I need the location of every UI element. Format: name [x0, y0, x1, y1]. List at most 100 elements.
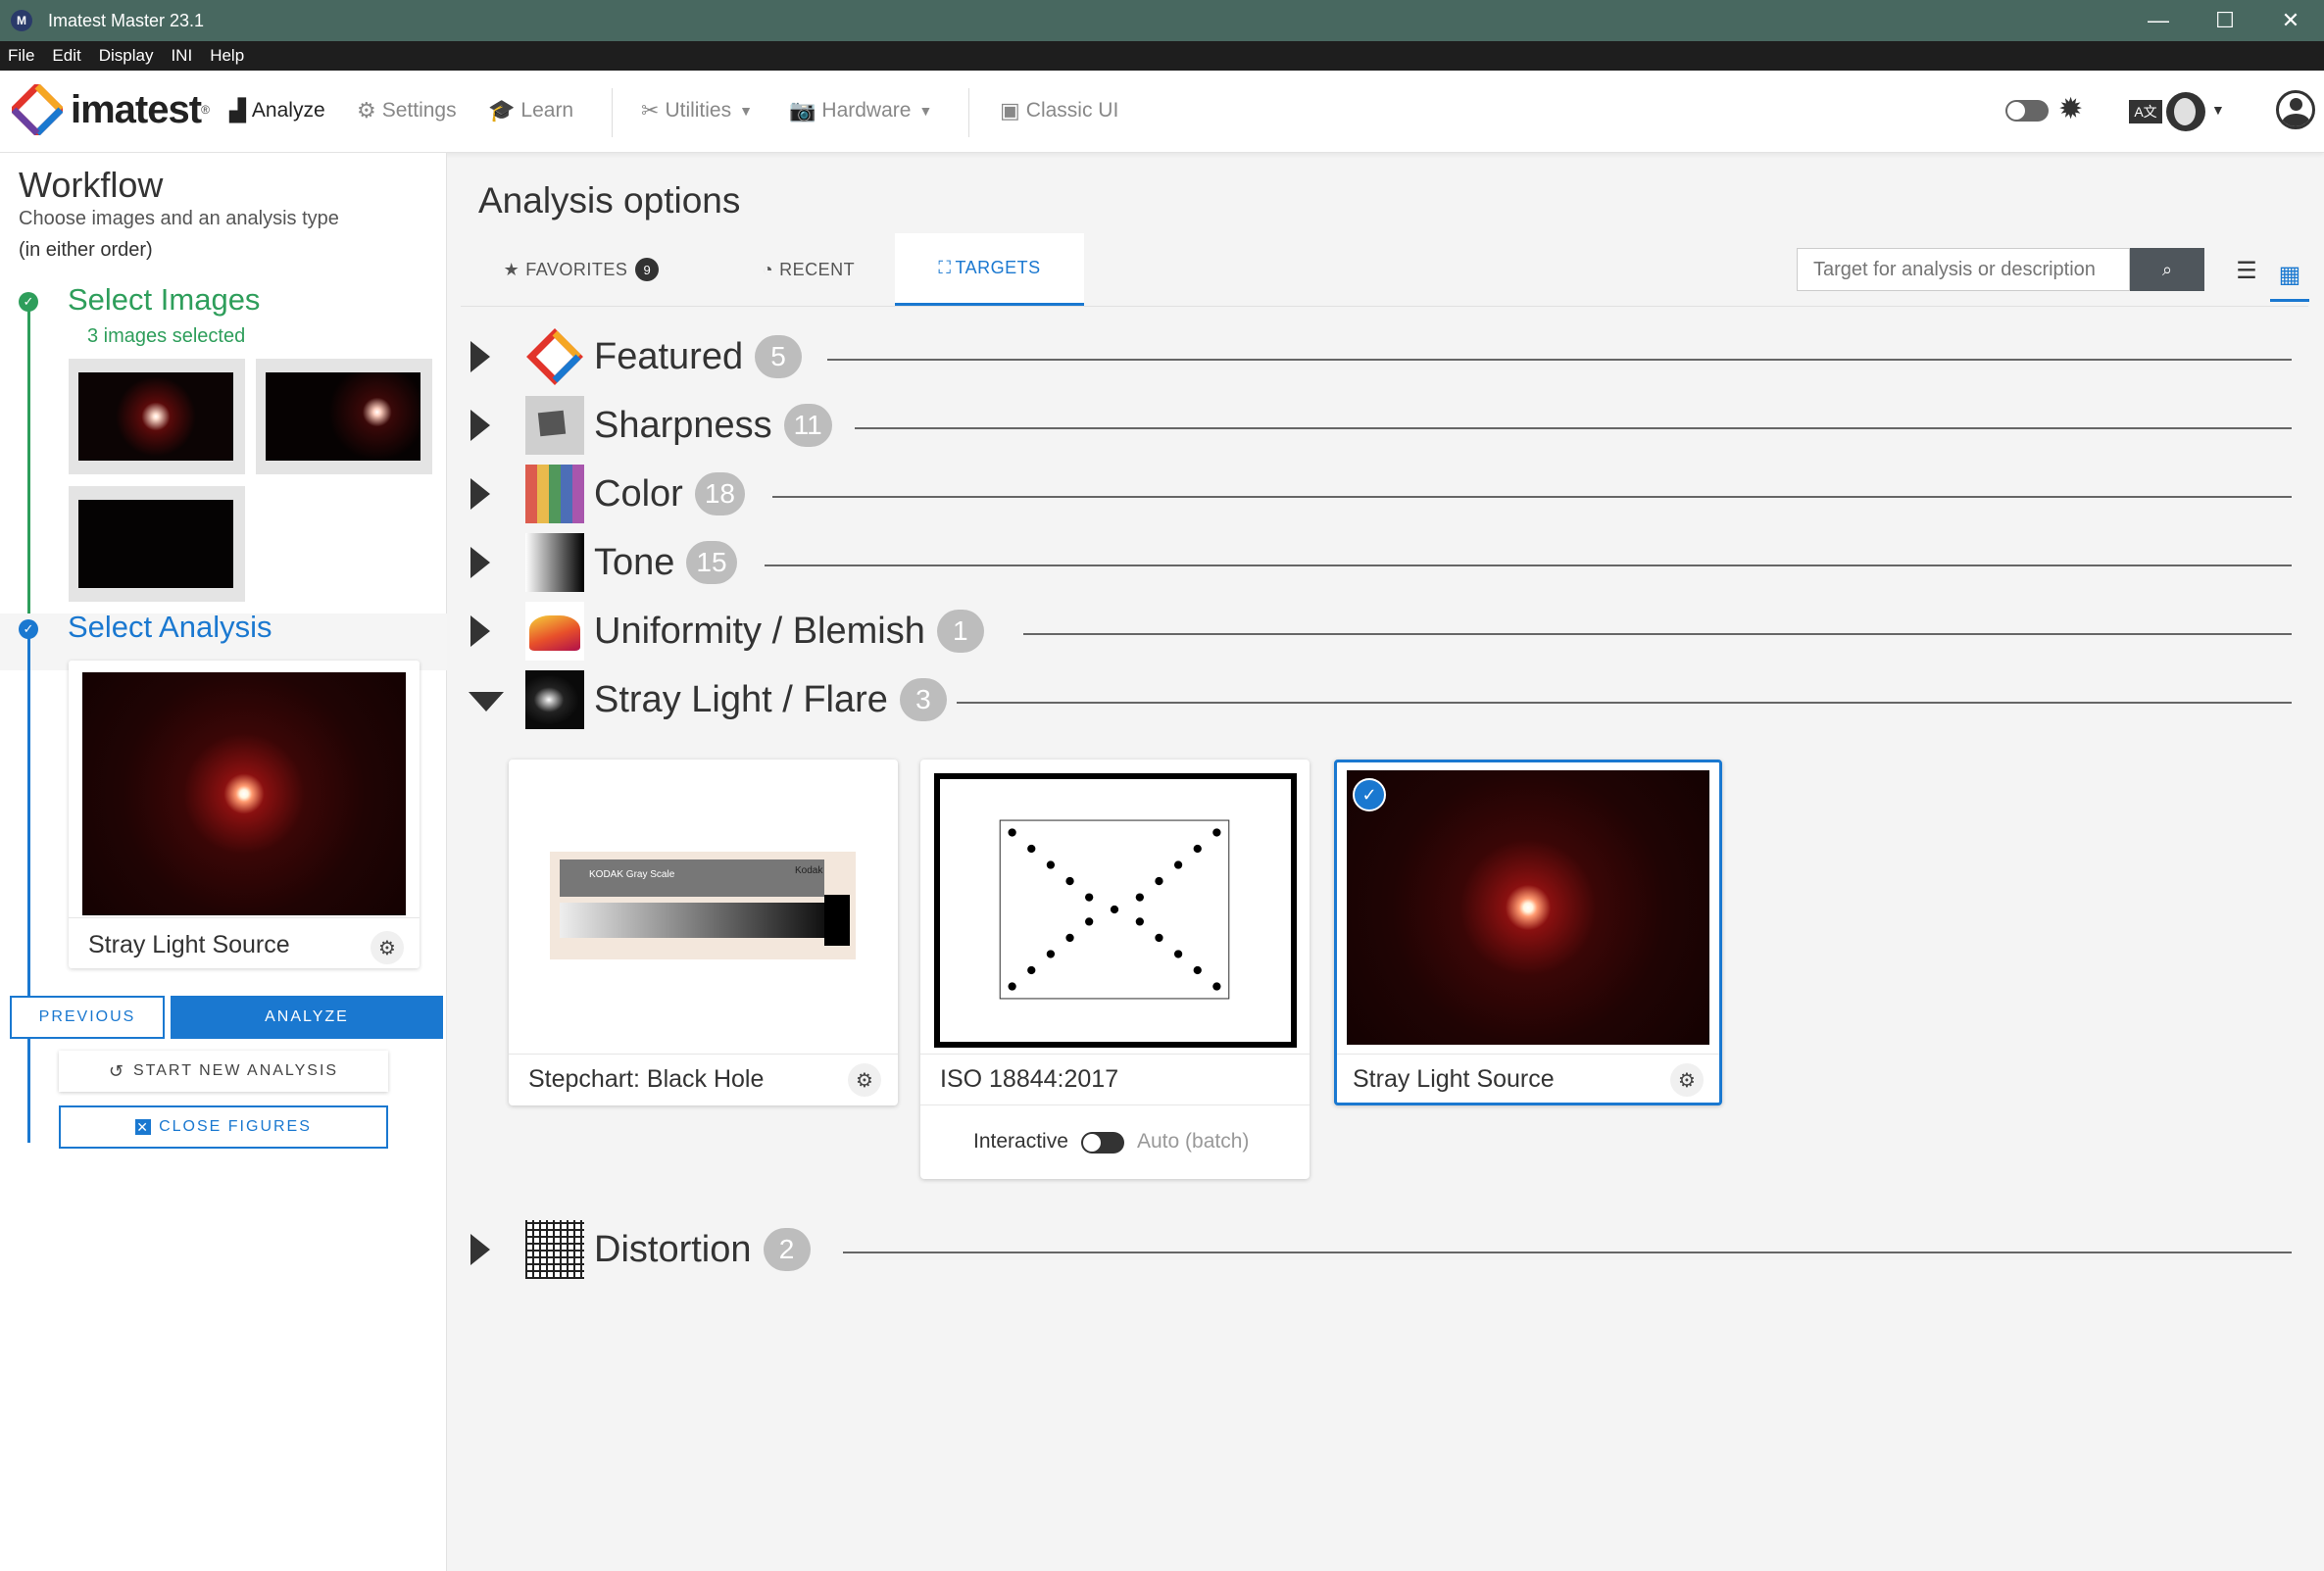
chevron-down-icon: ▼ [918, 103, 933, 119]
stepchart-image: KODAK Gray Scale Kodak [550, 852, 856, 959]
expand-arrow-icon[interactable] [470, 478, 490, 510]
sharpness-icon [525, 396, 584, 455]
workflow-sidebar: Workflow Choose images and an analysis t… [0, 153, 447, 1571]
start-new-analysis-button[interactable]: ↺ START NEW ANALYSIS [59, 1051, 388, 1092]
select-images-step[interactable]: Select Images [68, 282, 260, 318]
expand-arrow-icon[interactable] [470, 1234, 490, 1265]
target-card-stepchart[interactable]: KODAK Gray Scale Kodak Stepchart: Black … [509, 760, 898, 1105]
category-stray-light[interactable]: Stray Light / Flare 3 [461, 670, 2303, 729]
tab-recent[interactable]: ◔ RECENT [725, 233, 892, 306]
chevron-down-icon: ▼ [739, 103, 753, 119]
category-rule [772, 496, 2292, 498]
user-avatar-icon[interactable] [2276, 90, 2315, 129]
minimize-button[interactable]: — [2125, 0, 2192, 41]
chevron-down-icon[interactable]: ▼ [2211, 102, 2225, 118]
learn-nav[interactable]: 🎓 Learn [488, 98, 573, 123]
category-rule [765, 565, 2292, 566]
category-count: 2 [763, 1228, 811, 1271]
toolbar: imatest ® ▟ Analyze ⚙ Settings 🎓 Learn ✂ Uti… [0, 71, 2324, 153]
category-count: 5 [755, 335, 803, 378]
expand-arrow-icon[interactable] [470, 615, 490, 647]
theme-toggle[interactable] [2005, 100, 2049, 122]
close-figures-label: CLOSE FIGURES [159, 1118, 312, 1135]
category-tone[interactable]: Tone 15 [461, 533, 2303, 592]
category-uniformity[interactable]: Uniformity / Blemish 1 [461, 602, 2303, 661]
tab-targets-label: TARGETS [955, 258, 1041, 277]
translate-icon[interactable]: A文 [2129, 100, 2162, 123]
settings-label: Settings [381, 99, 457, 122]
category-distortion[interactable]: Distortion 2 [461, 1220, 2303, 1279]
gear-icon[interactable]: ⚙ [848, 1063, 881, 1097]
classic-ui-label: Classic UI [1025, 99, 1119, 122]
tabs-underline [461, 306, 2308, 307]
category-count: 11 [783, 404, 832, 447]
check-icon: ✓ [19, 619, 38, 639]
search-button[interactable]: ⌕ [2130, 248, 2204, 291]
grid-view-icon[interactable]: ▦ [2270, 251, 2309, 302]
step-connector [27, 627, 30, 1143]
toolbar-divider [612, 88, 613, 137]
selected-check-icon: ✓ [1353, 778, 1386, 811]
analyze-button[interactable]: ANALYZE [171, 996, 443, 1039]
image-thumbnail[interactable] [69, 359, 245, 474]
category-count: 1 [936, 610, 984, 653]
batch-mode-toggle[interactable] [1081, 1132, 1124, 1154]
stepchart-title: KODAK Gray Scale [589, 869, 675, 880]
previous-button[interactable]: PREVIOUS [10, 996, 165, 1039]
classic-ui-nav[interactable]: ▣ Classic UI [1000, 98, 1118, 123]
image-thumbnail[interactable] [69, 486, 245, 602]
target-icon: ⛶ [938, 258, 952, 277]
category-rule [843, 1252, 2292, 1253]
selected-analysis-card[interactable]: Stray Light Source ⚙ [69, 661, 420, 968]
window-title: Imatest Master 23.1 [48, 10, 205, 30]
stray-light-icon [525, 670, 584, 729]
menu-display[interactable]: Display [99, 46, 154, 66]
category-label: Featured [594, 335, 744, 377]
expand-arrow-icon[interactable] [470, 341, 490, 372]
check-icon: ✓ [19, 292, 38, 312]
collapse-arrow-icon[interactable] [469, 692, 504, 712]
title-bar: M Imatest Master 23.1 — ☐ ✕ [0, 0, 2324, 41]
tab-favorites[interactable]: ★ FAVORITES 9 [478, 233, 684, 306]
target-card-stray-light-source[interactable]: ✓ Stray Light Source ⚙ [1334, 760, 1722, 1105]
maximize-button[interactable]: ☐ [2192, 0, 2258, 41]
gear-icon[interactable]: ⚙ [1670, 1063, 1704, 1097]
category-sharpness[interactable]: Sharpness 11 [461, 396, 2303, 455]
category-label: Sharpness [594, 404, 772, 446]
search-input[interactable] [1797, 248, 2130, 291]
menu-edit[interactable]: Edit [52, 46, 80, 66]
target-card-iso[interactable]: ISO 18844:2017 Interactive Auto (batch) [920, 760, 1310, 1179]
close-box-icon: ✕ [135, 1118, 152, 1135]
imatest-logo-icon [12, 84, 63, 135]
menu-ini[interactable]: INI [171, 46, 192, 66]
close-figures-button[interactable]: ✕ CLOSE FIGURES [59, 1105, 388, 1149]
category-color[interactable]: Color 18 [461, 465, 2303, 523]
category-rule [827, 359, 2292, 361]
category-count: 3 [899, 678, 947, 721]
camera-icon: 📷 [789, 98, 816, 123]
category-featured[interactable]: Featured 5 [461, 327, 2303, 386]
stray-light-preview [1347, 770, 1709, 1045]
page-title: Analysis options [478, 180, 741, 221]
image-thumbnail[interactable] [256, 359, 432, 474]
globe-icon[interactable] [2166, 92, 2205, 131]
hardware-nav[interactable]: 📷 Hardware ▼ [789, 98, 932, 123]
reset-icon: ↺ [108, 1060, 125, 1081]
tab-targets[interactable]: ⛶ TARGETS [895, 233, 1084, 306]
menu-file[interactable]: File [8, 46, 34, 66]
settings-nav[interactable]: ⚙ Settings [357, 98, 457, 123]
interactive-label: Interactive [973, 1130, 1068, 1153]
analyze-nav[interactable]: ▟ Analyze [229, 98, 325, 123]
target-card-caption: ISO 18844:2017 [940, 1065, 1119, 1093]
select-analysis-step[interactable]: Select Analysis [68, 610, 272, 645]
utilities-nav[interactable]: ✂ Utilities ▼ [641, 98, 753, 123]
list-view-icon[interactable]: ☰ [2227, 251, 2266, 290]
gear-icon: ⚙ [357, 98, 376, 123]
favorites-count: 9 [635, 258, 660, 281]
gear-icon[interactable]: ⚙ [371, 931, 404, 964]
tab-recent-label: RECENT [779, 259, 856, 279]
expand-arrow-icon[interactable] [470, 547, 490, 578]
expand-arrow-icon[interactable] [470, 410, 490, 441]
close-button[interactable]: ✕ [2257, 0, 2324, 41]
menu-help[interactable]: Help [210, 46, 244, 66]
